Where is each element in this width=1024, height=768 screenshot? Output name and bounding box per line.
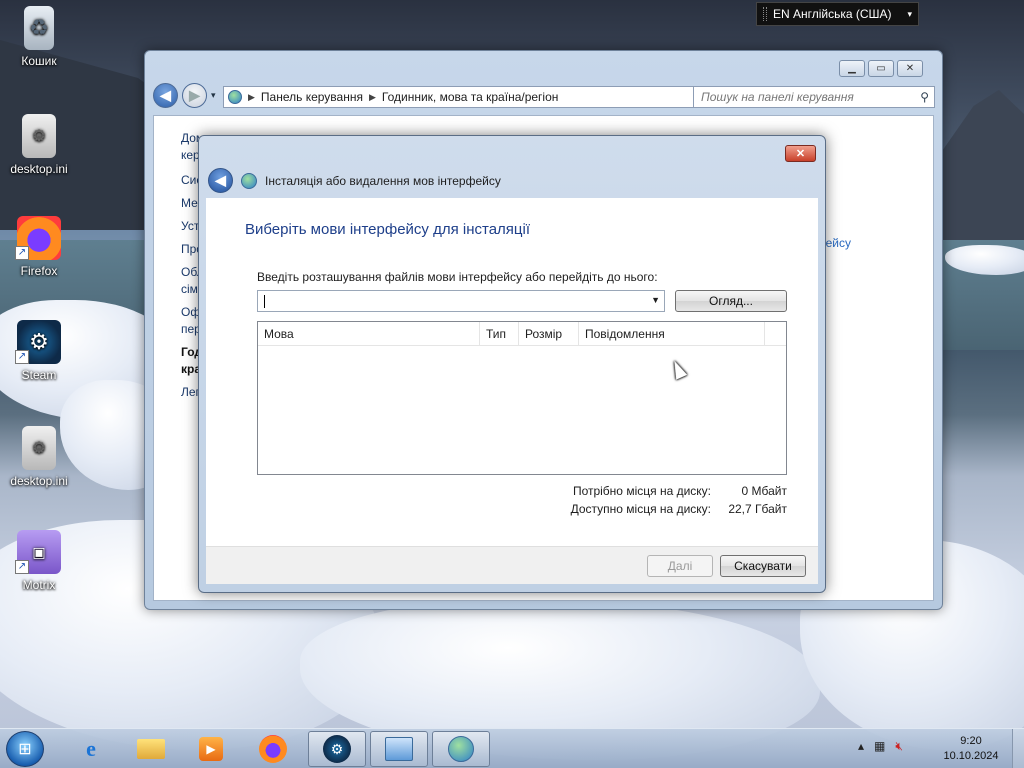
chevron-down-icon[interactable]: ▾ [907,9,912,20]
show-hidden-icons-icon[interactable]: ▴ [858,739,864,754]
forward-button[interactable]: ▶ [182,83,207,108]
network-icon[interactable]: ▦ [874,739,885,754]
location-input[interactable]: ▼ [257,290,665,312]
dialog-window-title: Інсталяція або видалення мов інтерфейсу [265,173,501,188]
search-placeholder: Пошук на панелі керування [701,90,854,104]
text-caret [264,295,265,308]
breadcrumb-control-panel[interactable]: Панель керування [261,90,363,104]
install-languages-dialog: ✕ ◀ Інсталяція або видалення мов інтерфе… [198,135,826,593]
system-tray: ▴ ▦ 🔇︎ [858,739,903,754]
back-button[interactable]: ◀ [208,168,233,193]
clock[interactable]: 9:20 10.10.2024 [940,734,1002,764]
back-button[interactable]: ◀ [153,83,178,108]
taskbar: ⊞ e ▶ ⚙ ▴ ▦ 🔇︎ 9:20 10.10.2024 [0,728,1024,768]
desktop-icon-label: Steam [21,368,57,382]
desktop-icon-label: desktop.ini [10,162,68,176]
close-button[interactable]: ✕ [897,60,923,77]
disk-available-value: 22,7 Гбайт [728,502,787,516]
cancel-button[interactable]: Скасувати [720,555,806,577]
breadcrumb-separator-icon: ▶ [248,91,255,102]
desktop-icon-label: desktop.ini [10,474,68,488]
desktop-icon-desktop-ini-1[interactable]: ⚙ desktop.ini [1,114,77,176]
shortcut-arrow-icon: ↗ [15,560,29,574]
steam-icon[interactable]: ⚙ [308,731,366,767]
breadcrumb-clock-language-region[interactable]: Годинник, мова та країна/регіон [382,90,558,104]
disk-required-label: Потрібно місця на диску: [572,484,711,498]
control-panel-icon[interactable] [370,731,428,767]
settings-file-icon: ⚙ [22,426,56,470]
volume-muted-icon[interactable]: 🔇︎ [895,739,903,754]
show-desktop-button[interactable] [1012,729,1024,768]
chevron-down-icon[interactable]: ▼ [651,295,660,305]
desktop-icon-label: Motrix [22,578,56,592]
location-prompt: Введіть розташування файлів мови інтерфе… [257,270,658,284]
region-language-icon [241,172,257,189]
maximize-button[interactable]: ▭ [868,60,894,77]
dialog-header: ◀ Інсталяція або видалення мов інтерфейс… [208,168,501,193]
language-bar[interactable]: EN Англійська (США) ▾ [756,2,919,26]
control-panel-icon [228,90,242,104]
desktop-icon-motrix[interactable]: ▣ ↗ Motrix [1,530,77,592]
disk-required-value: 0 Мбайт [741,484,787,498]
column-header-size[interactable]: Розмір [519,322,579,346]
close-button[interactable]: ✕ [785,145,816,162]
navigation-buttons: ◀ ▶ ▾ [153,83,216,108]
disk-available-label: Доступно місця на диску: [570,502,711,516]
recycle-bin-icon: ♻ [24,6,54,50]
minimize-button[interactable]: ▁ [839,60,865,77]
search-icon[interactable]: ⚲ [920,90,929,104]
recent-pages-icon[interactable]: ▾ [211,90,216,101]
desktop-icon-steam[interactable]: ⚙ ↗ Steam [1,320,77,382]
desktop-icon-label: Firefox [20,264,58,278]
settings-file-icon: ⚙ [22,114,56,158]
dialog-body: Виберіть мови інтерфейсу для інсталяції … [206,198,818,546]
clock-date: 10.10.2024 [943,750,999,762]
column-header-message[interactable]: Повідомлення [579,322,765,346]
languages-list[interactable]: Мова Тип Розмір Повідомлення [257,321,787,475]
desktop-icon-firefox[interactable]: ↗ Firefox [1,216,77,278]
dialog-footer: Далі Скасувати [206,546,818,584]
desktop-icon-desktop-ini-2[interactable]: ⚙ desktop.ini [1,426,77,488]
wallpaper-mountain-right [940,90,1024,250]
breadcrumb-separator-icon: ▶ [368,91,376,102]
shortcut-arrow-icon: ↗ [15,246,29,260]
desktop-icon-recycle-bin[interactable]: ♻ Кошик [1,6,77,68]
file-explorer-icon[interactable] [122,731,180,767]
column-header-type[interactable]: Тип [480,322,519,346]
next-button[interactable]: Далі [647,555,713,577]
firefox-icon[interactable] [244,731,302,767]
column-header-language[interactable]: Мова [258,322,480,346]
column-header-filler [765,322,786,346]
dialog-heading: Виберіть мови інтерфейсу для інсталяції [245,221,530,238]
desktop-icon-label: Кошик [21,54,57,68]
region-language-icon[interactable] [432,731,490,767]
clock-time: 9:20 [960,735,982,747]
search-input[interactable]: Пошук на панелі керування ⚲ [693,86,935,108]
shortcut-arrow-icon: ↗ [15,350,29,364]
window-controls: ▁ ▭ ✕ [839,60,923,78]
list-header: Мова Тип Розмір Повідомлення [258,322,786,346]
browse-button[interactable]: Огляд... [675,290,787,312]
internet-explorer-icon[interactable]: e [62,731,120,767]
language-bar-label: EN Англійська (США) [773,7,892,21]
grip-icon[interactable] [763,7,767,21]
media-player-icon[interactable]: ▶ [182,731,240,767]
start-button[interactable]: ⊞ [6,731,44,767]
